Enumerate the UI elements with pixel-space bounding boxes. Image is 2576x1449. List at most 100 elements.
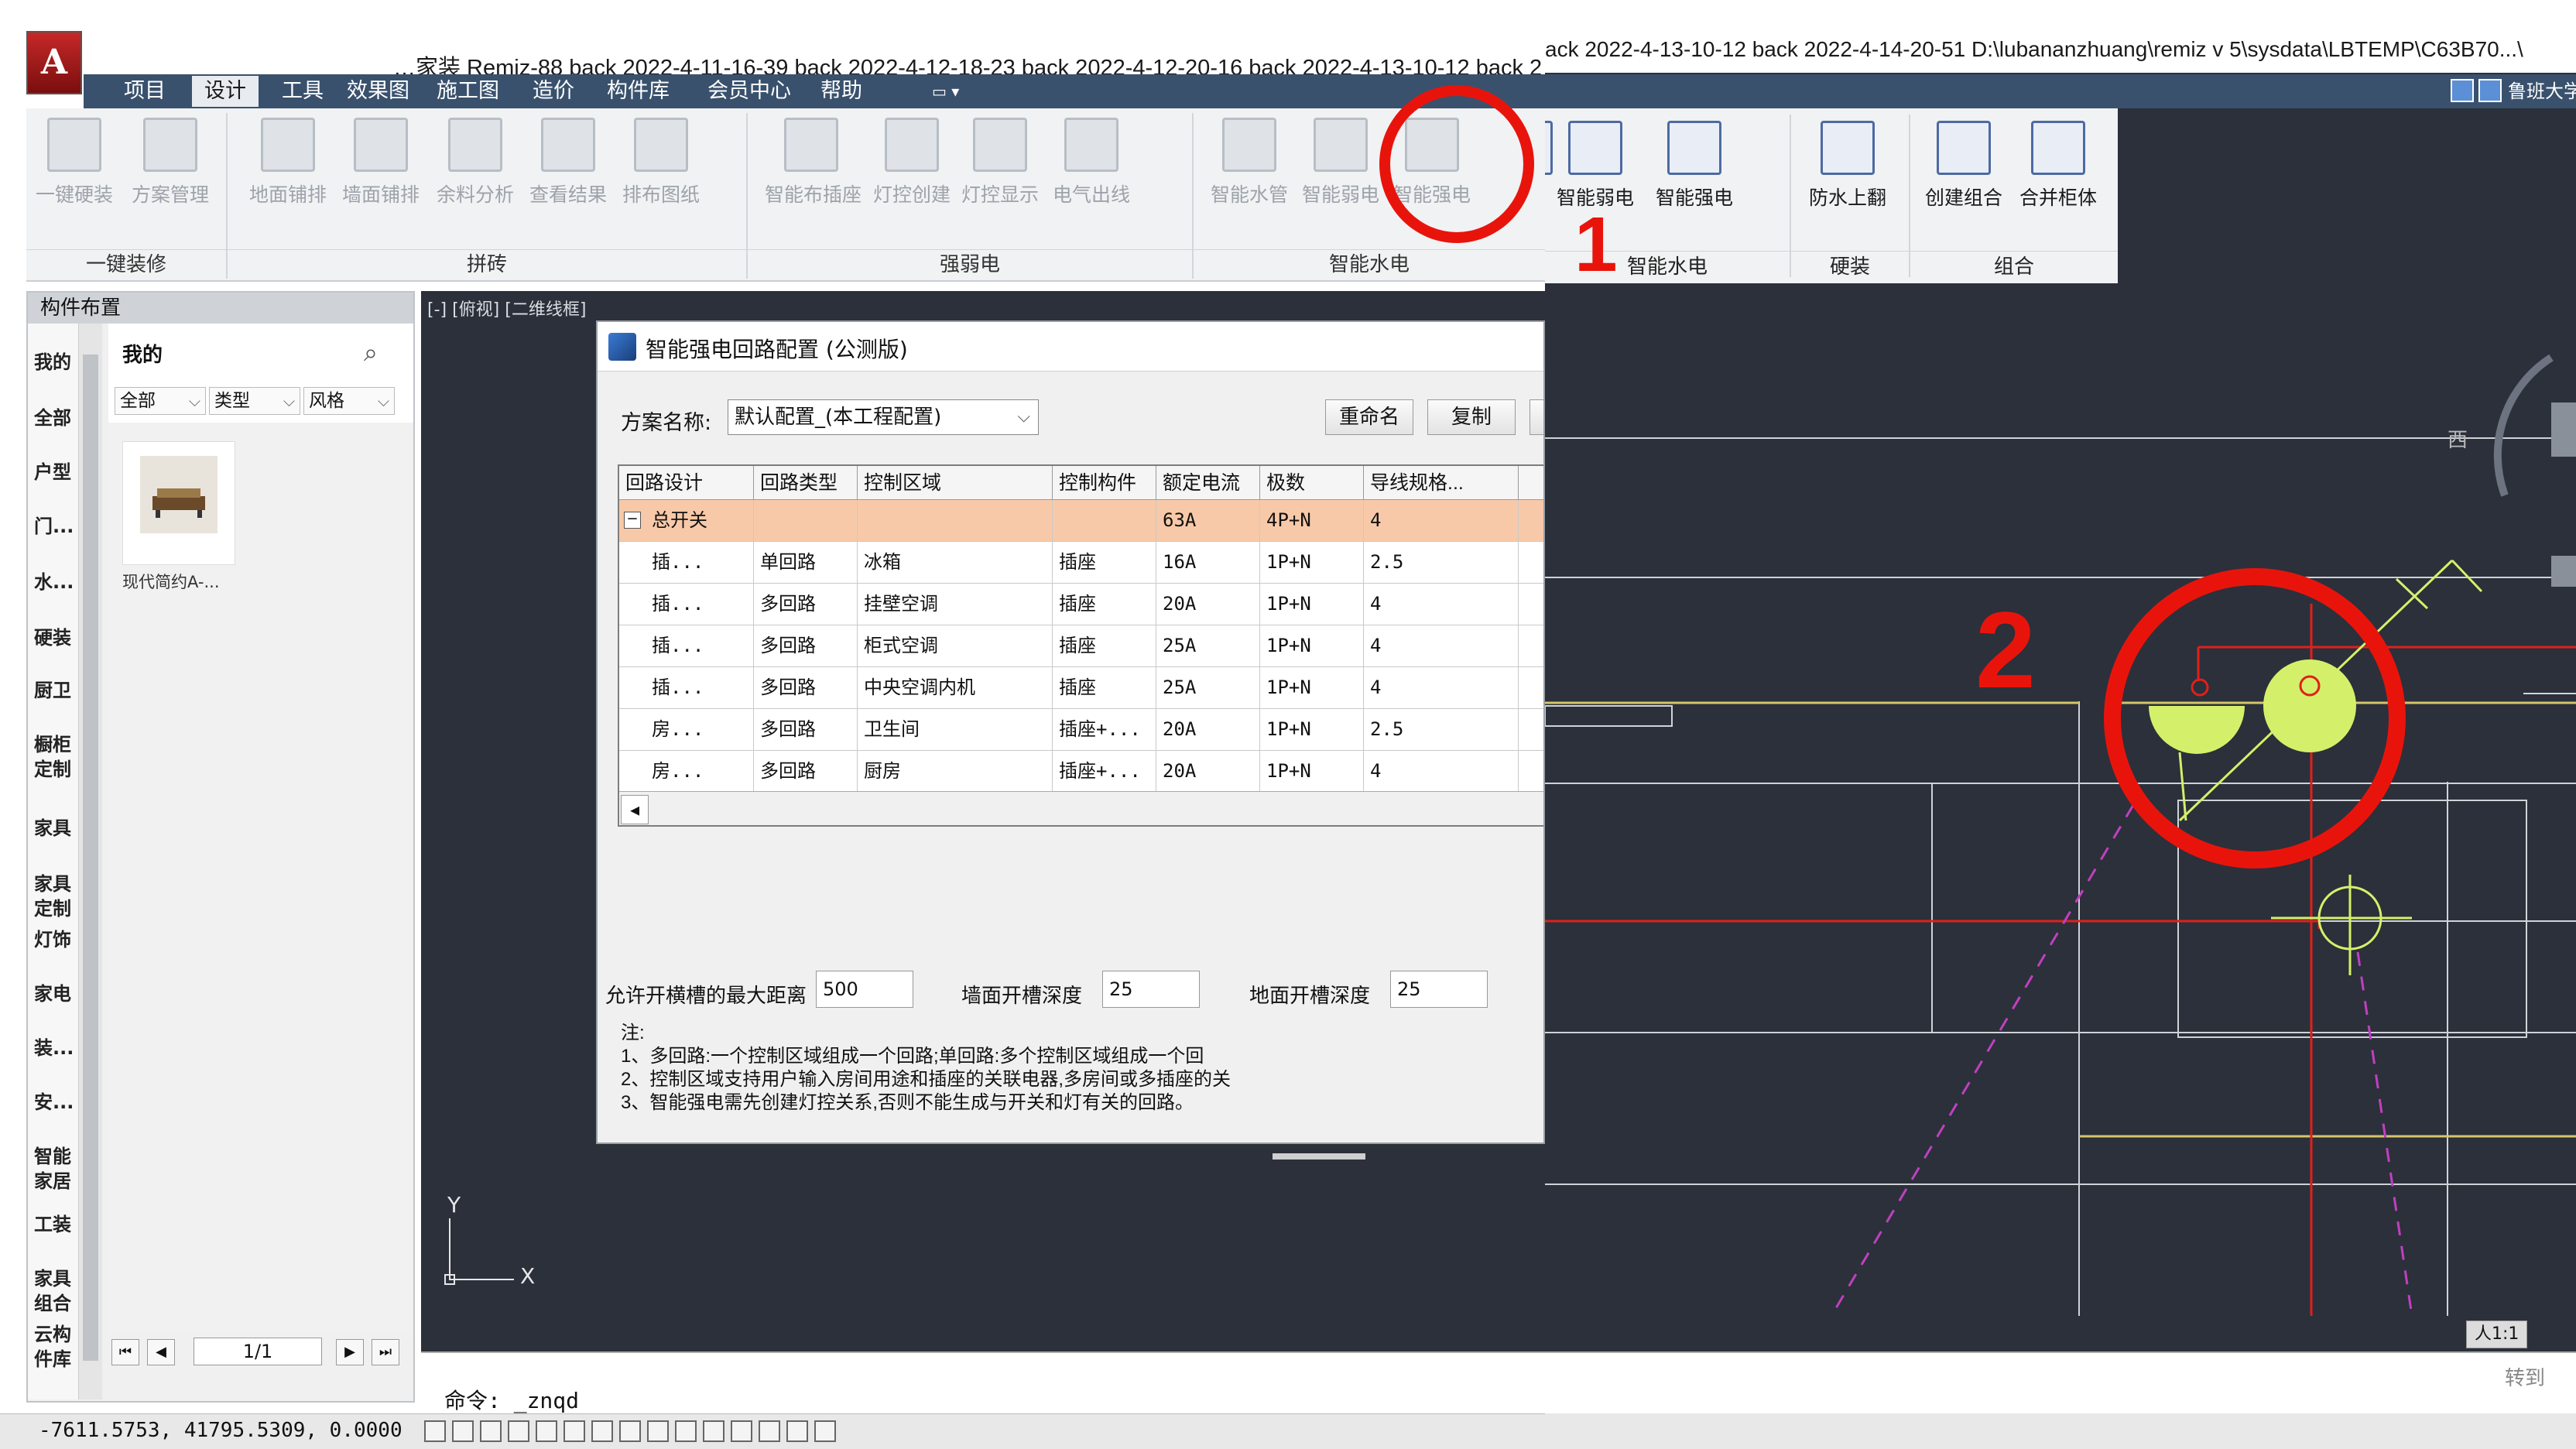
app-logo-icon[interactable]: A bbox=[26, 31, 82, 94]
ribbon-view-result[interactable]: 查看结果 bbox=[522, 118, 615, 207]
ribbon-light-control-create[interactable]: 灯控创建 bbox=[865, 118, 958, 207]
panel-tab[interactable]: 工装 bbox=[31, 1212, 77, 1237]
menu-cost[interactable]: 造价 bbox=[520, 76, 587, 107]
menu-help[interactable]: 帮助 bbox=[808, 76, 875, 107]
ribbon-smart-strong[interactable]: 智能强电 bbox=[1644, 121, 1745, 211]
table-row[interactable]: 房... 多回路 卫生间 插座+... 20A 1P+N 2.5 bbox=[619, 709, 1543, 751]
ribbon-floor-tile[interactable]: 地面铺排 bbox=[242, 118, 334, 207]
last-page-icon[interactable]: ⏭ bbox=[372, 1339, 399, 1365]
page-input[interactable]: 1/1 bbox=[194, 1338, 322, 1365]
panel-tab[interactable]: 厨卫 bbox=[31, 678, 77, 703]
col-control-area[interactable]: 控制区域 bbox=[858, 466, 1053, 500]
menu-construction[interactable]: 施工图 bbox=[424, 76, 512, 107]
panel-tab[interactable]: 灯饰 bbox=[31, 927, 77, 952]
col-poles[interactable]: 极数 bbox=[1260, 466, 1364, 500]
ribbon-create-group[interactable]: 创建组合 bbox=[1913, 121, 2014, 211]
ribbon-smart-weak[interactable]: 智能弱电 bbox=[1545, 121, 1646, 211]
panel-tab[interactable]: 硬装 bbox=[31, 625, 77, 650]
panel-tab[interactable]: 云构件库 bbox=[31, 1322, 77, 1372]
menu-design[interactable]: 设计 bbox=[192, 76, 259, 107]
first-page-icon[interactable]: ⏮ bbox=[111, 1339, 139, 1365]
ribbon-remnant-analysis[interactable]: 余料分析 bbox=[429, 118, 522, 207]
user-name[interactable]: 鲁班大学 bbox=[2508, 77, 2576, 105]
model-space-icon[interactable] bbox=[786, 1420, 808, 1442]
scheme-name-select[interactable]: 默认配置_(本工程配置) ⌵ bbox=[728, 399, 1039, 435]
command-line[interactable]: 命令: _znqd bbox=[421, 1351, 1545, 1413]
layout-list-icon[interactable] bbox=[2478, 79, 2502, 102]
col-wire-spec[interactable]: 导线规格... bbox=[1364, 466, 1519, 500]
new-button[interactable]: 新 bbox=[1530, 399, 1543, 435]
panel-tab[interactable]: 水... bbox=[31, 570, 77, 594]
menu-tools[interactable]: 工具 bbox=[269, 76, 336, 107]
ortho-icon[interactable] bbox=[480, 1420, 502, 1442]
param-max-distance-input[interactable]: 500 bbox=[816, 971, 913, 1008]
menu-render[interactable]: 效果图 bbox=[334, 76, 422, 107]
ribbon-wall-tile[interactable]: 墙面铺排 bbox=[334, 118, 427, 207]
ribbon-smart-weak[interactable]: 智能弱电 bbox=[1294, 118, 1387, 207]
viewport-tools-icon[interactable] bbox=[814, 1420, 836, 1442]
table-row[interactable]: 插... 多回路 中央空调内机 插座 25A 1P+N 4 bbox=[619, 667, 1543, 709]
lineweight-icon[interactable] bbox=[647, 1420, 669, 1442]
scrollbar-thumb[interactable] bbox=[83, 355, 98, 1361]
prev-page-icon[interactable]: ◀ bbox=[147, 1339, 175, 1365]
ribbon-smart-socket[interactable]: 智能布插座 bbox=[765, 118, 862, 207]
ribbon-light-control-show[interactable]: 灯控显示 bbox=[954, 118, 1046, 207]
layout-grid-icon[interactable] bbox=[2451, 79, 2474, 102]
quick-properties-icon[interactable] bbox=[759, 1420, 780, 1442]
col-circuit-type[interactable]: 回路类型 bbox=[754, 466, 858, 500]
panel-tab[interactable]: 门... bbox=[31, 514, 77, 539]
next-page-icon[interactable]: ▶ bbox=[336, 1339, 364, 1365]
filter-all[interactable]: 全部 ⌵ bbox=[115, 387, 206, 415]
filter-style[interactable]: 风格 ⌵ bbox=[303, 387, 395, 415]
panel-tab[interactable]: 智能家居 bbox=[31, 1144, 77, 1194]
table-row-total[interactable]: − 总开关 63A 4P+N 4 bbox=[619, 500, 1543, 542]
command-text[interactable]: 命令: _znqd bbox=[444, 1384, 579, 1415]
component-thumbnail[interactable] bbox=[122, 441, 235, 565]
menu-member[interactable]: 会员中心 bbox=[695, 76, 803, 107]
viewport-label[interactable]: [-] [俯视] [二维线框] bbox=[427, 296, 586, 320]
table-row[interactable]: 插... 多回路 挂壁空调 插座 20A 1P+N 4 bbox=[619, 584, 1543, 625]
ribbon-smart-water[interactable]: 智能水管 bbox=[1203, 118, 1296, 207]
menu-project[interactable]: 项目 bbox=[111, 76, 178, 107]
rename-button[interactable]: 重命名 bbox=[1325, 399, 1413, 435]
selection-cycling-icon[interactable] bbox=[703, 1420, 724, 1442]
panel-tab[interactable]: 装... bbox=[31, 1036, 77, 1060]
table-row[interactable]: 房... 多回路 厨房 插座+... 20A 1P+N 4 bbox=[619, 751, 1543, 793]
search-icon[interactable]: ⌕ bbox=[364, 337, 378, 368]
copy-button[interactable]: 复制 bbox=[1427, 399, 1516, 435]
canvas-scroll-indicator[interactable] bbox=[1273, 1153, 1365, 1160]
param-wall-depth-input[interactable]: 25 bbox=[1102, 971, 1200, 1008]
collapse-icon[interactable]: − bbox=[624, 511, 641, 529]
ribbon-scheme-manage[interactable]: 方案管理 bbox=[124, 118, 217, 207]
dynamic-input-icon[interactable] bbox=[619, 1420, 641, 1442]
col-rated-current[interactable]: 额定电流 bbox=[1156, 466, 1260, 500]
panel-tab[interactable]: 安... bbox=[31, 1090, 77, 1115]
panel-scrollbar[interactable] bbox=[79, 324, 102, 1399]
panel-tab[interactable]: 我的 bbox=[31, 350, 77, 375]
param-floor-depth-input[interactable]: 25 bbox=[1390, 971, 1488, 1008]
panel-tab[interactable]: 家电 bbox=[31, 981, 77, 1006]
col-control-component[interactable]: 控制构件 bbox=[1053, 466, 1156, 500]
ribbon-layout-drawing[interactable]: 排布图纸 bbox=[615, 118, 707, 207]
table-row[interactable]: 插... 多回路 柜式空调 插座 25A 1P+N 4 bbox=[619, 625, 1543, 667]
dynamic-ucs-icon[interactable] bbox=[591, 1420, 613, 1442]
panel-tab[interactable]: 户型 bbox=[31, 460, 77, 485]
snap-icon[interactable] bbox=[424, 1420, 446, 1442]
panel-tab[interactable]: 家具组合 bbox=[31, 1266, 77, 1316]
filter-type[interactable]: 类型 ⌵ bbox=[209, 387, 300, 415]
ribbon-waterproof-upturn[interactable]: 防水上翻 bbox=[1797, 121, 1898, 211]
panel-tab[interactable]: 全部 bbox=[31, 406, 77, 430]
panel-tab[interactable]: 家具 bbox=[31, 816, 77, 841]
scroll-left-icon[interactable]: ◀ bbox=[621, 795, 649, 824]
panel-tab[interactable]: 家具定制 bbox=[31, 872, 77, 921]
annotation-scale[interactable]: 人1:1 bbox=[2466, 1321, 2528, 1348]
table-horizontal-scrollbar[interactable]: ◀ bbox=[619, 791, 1543, 825]
compass-west-label[interactable]: 西 bbox=[2448, 424, 2468, 453]
ribbon-electric-outlet[interactable]: 电气出线 bbox=[1045, 118, 1138, 207]
polar-icon[interactable] bbox=[508, 1420, 529, 1442]
col-circuit-design[interactable]: 回路设计 bbox=[619, 466, 754, 500]
table-row[interactable]: 插... 单回路 冰箱 插座 16A 1P+N 2.5 bbox=[619, 542, 1543, 584]
camera-dropdown-icon[interactable]: ▭ ▾ bbox=[920, 76, 971, 107]
menu-library[interactable]: 构件库 bbox=[594, 76, 682, 107]
osnap-icon[interactable] bbox=[536, 1420, 557, 1442]
